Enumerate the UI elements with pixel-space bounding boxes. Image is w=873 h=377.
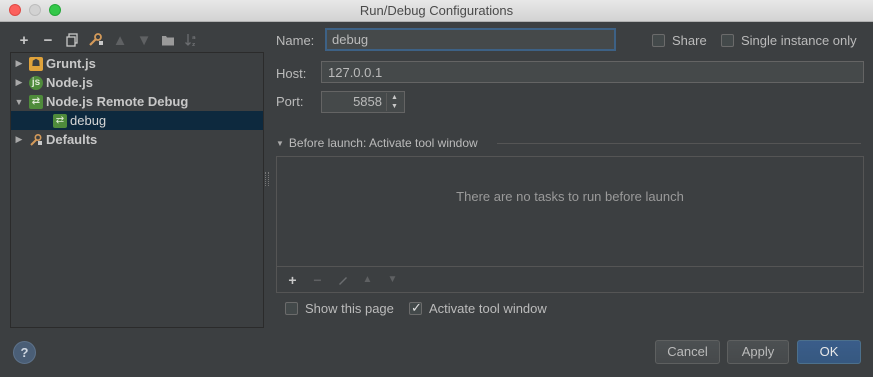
- move-up-icon[interactable]: ▲: [108, 30, 132, 50]
- expand-arrow-icon[interactable]: ▶: [11, 134, 27, 145]
- expand-arrow-icon[interactable]: ▶: [11, 77, 27, 88]
- tree-item-nodejs-remote-debug[interactable]: ▼ ⇄ Node.js Remote Debug: [11, 92, 263, 111]
- svg-text:z: z: [192, 42, 195, 47]
- tree-item-label: Node.js Remote Debug: [46, 94, 189, 109]
- add-task-icon[interactable]: +: [280, 270, 305, 290]
- activate-tool-window-checkbox[interactable]: [409, 300, 422, 316]
- empty-tasks-message: There are no tasks to run before launch: [456, 189, 684, 204]
- panel-splitter[interactable]: [265, 172, 269, 186]
- activate-tool-window-label: Activate tool window: [429, 301, 547, 316]
- defaults-icon: [29, 133, 43, 147]
- move-task-up-icon[interactable]: ▲: [355, 270, 380, 290]
- sort-icon[interactable]: az: [180, 30, 204, 50]
- tree-item-grunt[interactable]: ▶ ☗ Grunt.js: [11, 54, 263, 73]
- spinner-arrows-icon[interactable]: ▲ ▼: [386, 93, 402, 111]
- folder-icon[interactable]: [156, 30, 180, 50]
- before-launch-header[interactable]: ▼ Before launch: Activate tool window: [276, 136, 478, 150]
- remove-icon[interactable]: −: [36, 30, 60, 50]
- tree-item-label: Defaults: [46, 132, 98, 147]
- collapse-arrow-icon[interactable]: ▼: [11, 97, 27, 107]
- remove-task-icon[interactable]: −: [305, 270, 330, 290]
- ok-button[interactable]: OK: [797, 340, 861, 364]
- config-toolbar: + − ▲ ▼ az: [12, 30, 204, 50]
- apply-button[interactable]: Apply: [727, 340, 789, 364]
- help-button[interactable]: ?: [13, 341, 36, 364]
- add-icon[interactable]: +: [12, 30, 36, 50]
- tree-item-debug[interactable]: ⇄ debug: [11, 111, 263, 130]
- tree-item-label: Grunt.js: [46, 56, 96, 71]
- tree-item-label: Node.js: [46, 75, 93, 90]
- wrench-icon[interactable]: [84, 30, 108, 50]
- cancel-button[interactable]: Cancel: [655, 340, 720, 364]
- copy-icon[interactable]: [60, 30, 84, 50]
- move-down-icon[interactable]: ▼: [132, 30, 156, 50]
- tree-item-nodejs[interactable]: ▶ js Node.js: [11, 73, 263, 92]
- remote-debug-icon: ⇄: [53, 113, 67, 128]
- port-label: Port:: [276, 94, 304, 109]
- show-page-label: Show this page: [305, 301, 394, 316]
- share-checkbox[interactable]: [652, 34, 665, 47]
- configuration-tree: ▶ ☗ Grunt.js ▶ js Node.js ▼ ⇄ Node.js Re…: [10, 52, 264, 328]
- before-launch-task-list: There are no tasks to run before launch …: [276, 156, 864, 293]
- grunt-icon: ☗: [29, 56, 43, 71]
- section-divider: [497, 143, 861, 144]
- nodejs-icon: js: [29, 75, 43, 90]
- single-instance-checkbox[interactable]: [721, 34, 734, 47]
- remote-debug-icon: ⇄: [29, 94, 43, 109]
- share-label: Share: [672, 33, 707, 48]
- task-list-toolbar: + − ▲ ▼: [277, 266, 863, 292]
- name-input[interactable]: [325, 28, 616, 51]
- single-instance-label: Single instance only: [741, 33, 857, 48]
- window-title: Run/Debug Configurations: [359, 3, 514, 18]
- port-value[interactable]: 5858: [353, 94, 382, 109]
- show-page-checkbox[interactable]: [285, 302, 298, 315]
- host-input[interactable]: [321, 61, 864, 83]
- tree-item-label: debug: [70, 113, 107, 128]
- collapse-arrow-icon: ▼: [276, 138, 284, 148]
- move-task-down-icon[interactable]: ▼: [380, 270, 405, 290]
- before-launch-title: Before launch: Activate tool window: [288, 136, 478, 150]
- edit-task-icon[interactable]: [330, 270, 355, 290]
- host-label: Host:: [276, 66, 307, 81]
- tree-item-defaults[interactable]: ▶ Defaults: [11, 130, 263, 149]
- name-label: Name:: [276, 33, 315, 48]
- port-spinner[interactable]: 5858 ▲ ▼: [321, 91, 405, 113]
- title-bar: Run/Debug Configurations: [0, 0, 873, 22]
- expand-arrow-icon[interactable]: ▶: [11, 58, 27, 69]
- svg-text:a: a: [192, 35, 196, 41]
